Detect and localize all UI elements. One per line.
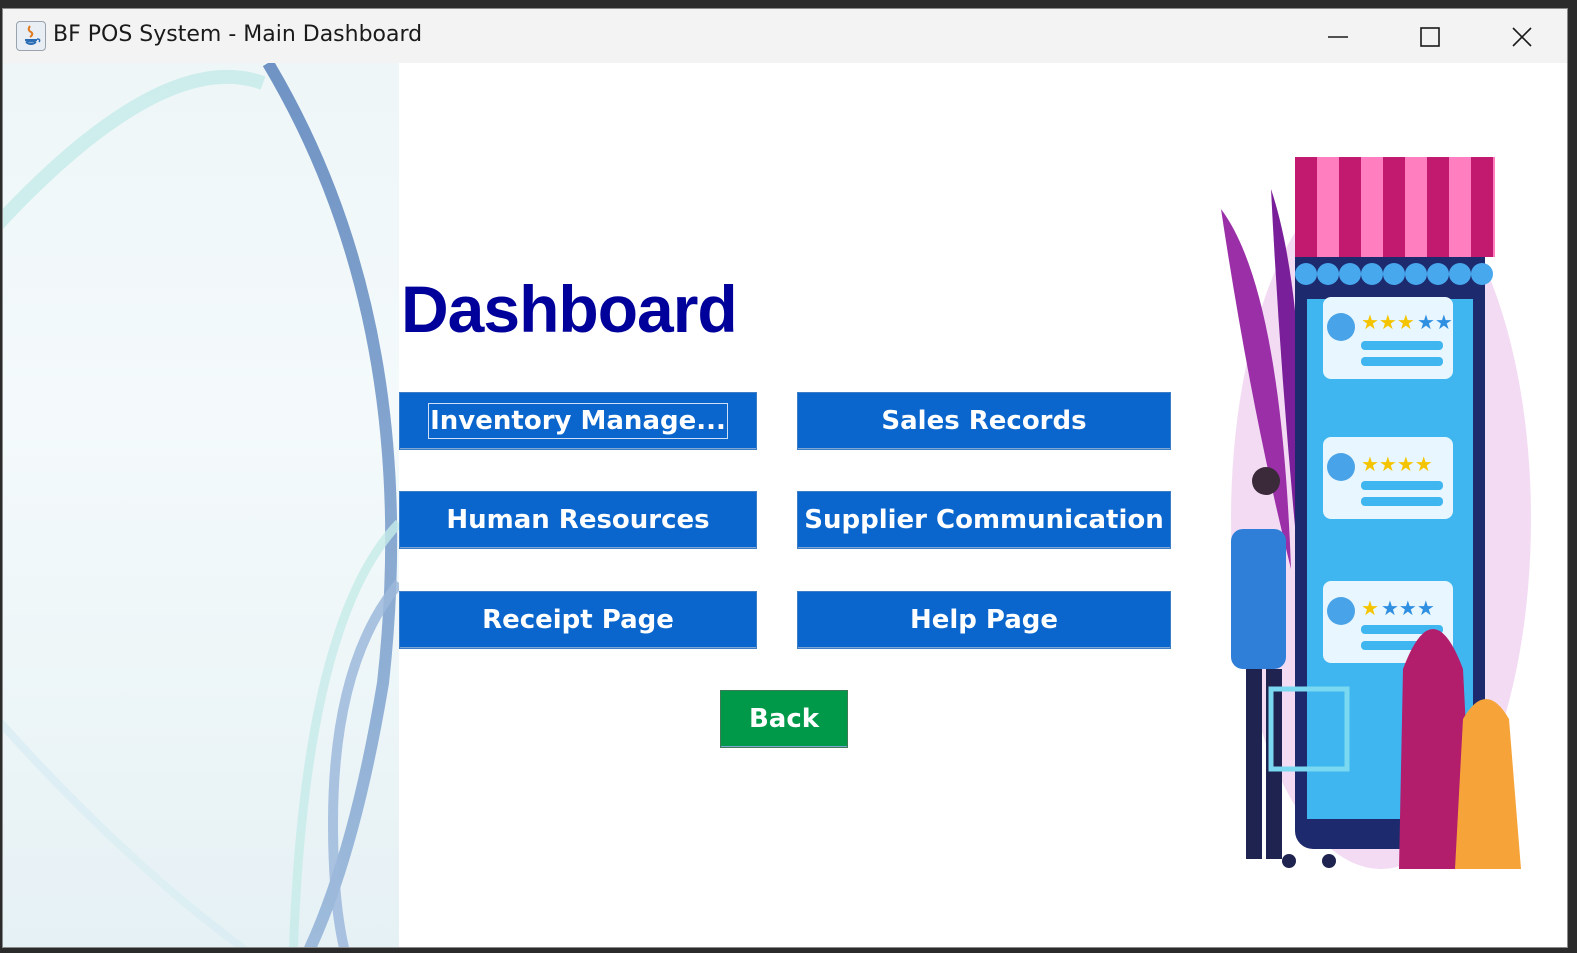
- close-icon: [1512, 27, 1532, 47]
- window-title: BF POS System - Main Dashboard: [53, 22, 423, 47]
- online-shop-illustration: ★★★ ★★ ★★★★ ★ ★★★: [1221, 157, 1531, 869]
- help-page-label: Help Page: [909, 605, 1059, 635]
- supplier-communication-label: Supplier Communication: [804, 505, 1164, 535]
- supplier-communication-button[interactable]: Supplier Communication: [797, 491, 1171, 549]
- minimize-icon: [1328, 36, 1348, 38]
- inventory-management-label: Inventory Manage...: [427, 402, 729, 440]
- sales-records-button[interactable]: Sales Records: [797, 392, 1171, 450]
- svg-text:★★★: ★★★: [1381, 596, 1435, 620]
- receipt-page-button[interactable]: Receipt Page: [399, 591, 757, 649]
- page-title: Dashboard: [401, 272, 738, 346]
- human-resources-label: Human Resources: [446, 505, 710, 535]
- java-app-icon: [16, 21, 46, 51]
- title-bar[interactable]: BF POS System - Main Dashboard: [3, 9, 1567, 63]
- sales-records-label: Sales Records: [881, 406, 1087, 436]
- svg-text:★★: ★★: [1417, 310, 1453, 334]
- minimize-button[interactable]: [1291, 9, 1383, 63]
- back-label: Back: [748, 704, 820, 734]
- maximize-button[interactable]: [1383, 9, 1475, 63]
- human-resources-button[interactable]: Human Resources: [399, 491, 757, 549]
- svg-text:★★★: ★★★: [1361, 310, 1415, 334]
- close-button[interactable]: [1475, 9, 1567, 63]
- decorative-side-panel: [3, 63, 399, 947]
- maximize-icon: [1420, 27, 1440, 47]
- app-window: BF POS System - Main Dashboard Dashboard…: [2, 8, 1568, 948]
- receipt-page-label: Receipt Page: [482, 605, 674, 635]
- svg-text:★: ★: [1361, 596, 1379, 620]
- help-page-button[interactable]: Help Page: [797, 591, 1171, 649]
- inventory-management-button[interactable]: Inventory Manage...: [399, 392, 757, 450]
- back-button[interactable]: Back: [720, 690, 848, 748]
- svg-text:★★★★: ★★★★: [1361, 452, 1433, 476]
